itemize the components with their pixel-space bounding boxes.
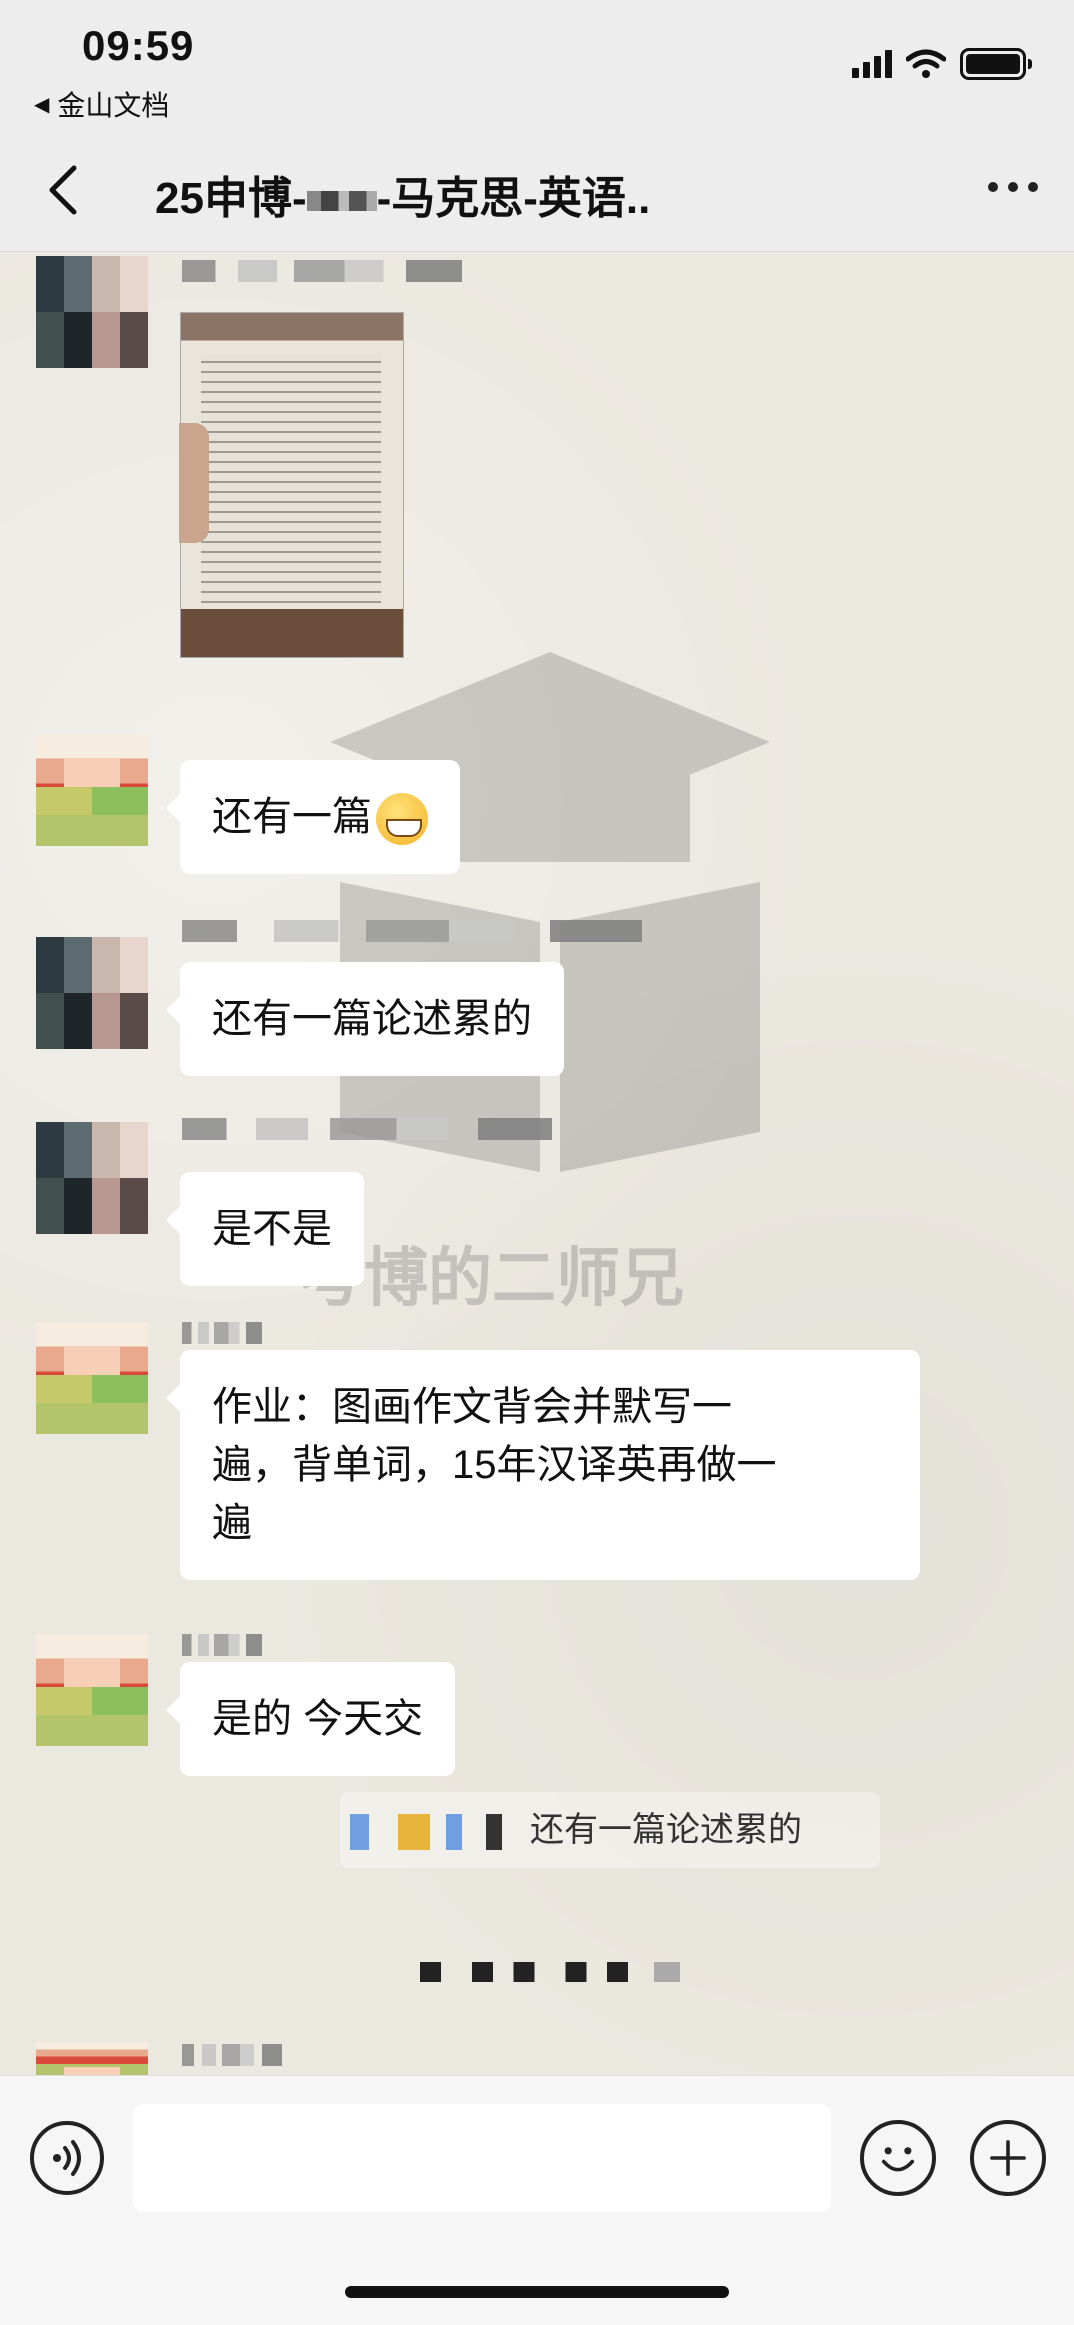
chat-title-prefix: 25申博- <box>155 174 307 223</box>
status-time: 09:59 <box>82 22 195 69</box>
battery-icon <box>960 48 1032 80</box>
back-to-app[interactable]: ◀ 金山文档 <box>34 84 169 124</box>
emoji-face-icon[interactable] <box>860 2120 936 2196</box>
avatar[interactable] <box>36 256 148 368</box>
sender-name-redacted <box>182 920 642 942</box>
avatar[interactable] <box>36 734 148 846</box>
grin-emoji-icon <box>376 793 428 846</box>
message-line: 作业：图画作文背会并默写一 <box>212 1385 732 1429</box>
avatar[interactable] <box>36 937 148 1049</box>
chevron-left-icon[interactable] <box>40 160 90 220</box>
chat-title-suffix: -马克思-英语.. <box>376 174 651 223</box>
redacted-mosaic <box>306 191 377 212</box>
avatar[interactable] <box>36 1322 148 1434</box>
message-line: 遍，背单词，15年汉译英再做一 <box>212 1443 777 1487</box>
status-bar: 09:59 ◀ 金山文档 <box>0 0 1074 130</box>
message-bubble[interactable]: 还有一篇论述累的 <box>166 962 564 1076</box>
sender-name-redacted <box>182 1118 552 1140</box>
message-input-bar <box>0 2075 1074 2325</box>
avatar[interactable] <box>36 1122 148 1234</box>
message-bubble[interactable]: 是的 今天交 <box>165 1662 456 1776</box>
message-text: 还有一篇 <box>212 795 372 839</box>
avatar[interactable] <box>36 2042 148 2075</box>
message-bubble[interactable]: 还有一篇 <box>166 760 460 874</box>
voice-icon[interactable] <box>30 2121 104 2195</box>
sender-name-redacted <box>182 1322 262 1344</box>
sender-name-redacted <box>182 2044 282 2066</box>
status-icons <box>852 48 1032 80</box>
graduation-cap-watermark <box>330 652 770 1172</box>
message-bubble[interactable]: 是不是 <box>166 1172 364 1286</box>
quote-text: 还有一篇论述累的 <box>530 1811 802 1849</box>
more-dots-icon[interactable] <box>988 182 1038 192</box>
message-line: 遍 <box>212 1501 252 1545</box>
chat-image-book-page[interactable] <box>179 312 404 658</box>
system-notice-redacted <box>420 1962 680 1982</box>
avatar[interactable] <box>36 1634 148 1746</box>
voice-wave-icon <box>53 2140 81 2176</box>
message-text: 是不是 <box>212 1207 332 1251</box>
home-indicator[interactable] <box>345 2286 729 2298</box>
sender-name-redacted <box>182 1634 262 1656</box>
wifi-icon <box>906 49 946 78</box>
message-text: 还有一篇论述累的 <box>212 997 532 1041</box>
quoted-reply[interactable]: 还有一篇论述累的 <box>340 1792 880 1868</box>
chat-title: 25申博- -马克思-英语.. <box>155 162 650 226</box>
signal-icon <box>852 50 892 78</box>
quote-sender-redacted <box>350 1814 510 1850</box>
message-text: 是的 今天交 <box>212 1697 424 1741</box>
sender-name-redacted <box>182 260 462 282</box>
message-input[interactable] <box>133 2104 831 2212</box>
message-bubble[interactable]: 作业：图画作文背会并默写一 遍，背单词，15年汉译英再做一 遍 <box>166 1350 920 1580</box>
chat-nav-bar: 25申博- -马克思-英语.. <box>0 130 1074 252</box>
back-app-label: 金山文档 <box>57 90 170 121</box>
plus-icon[interactable] <box>970 2120 1046 2196</box>
chat-area[interactable]: 考博的二师兄 还有一篇 还有一篇论述累的 是不是 作业：图画作文背会并默写一 遍… <box>0 252 1074 2075</box>
back-triangle-icon: ◀ <box>34 93 50 116</box>
